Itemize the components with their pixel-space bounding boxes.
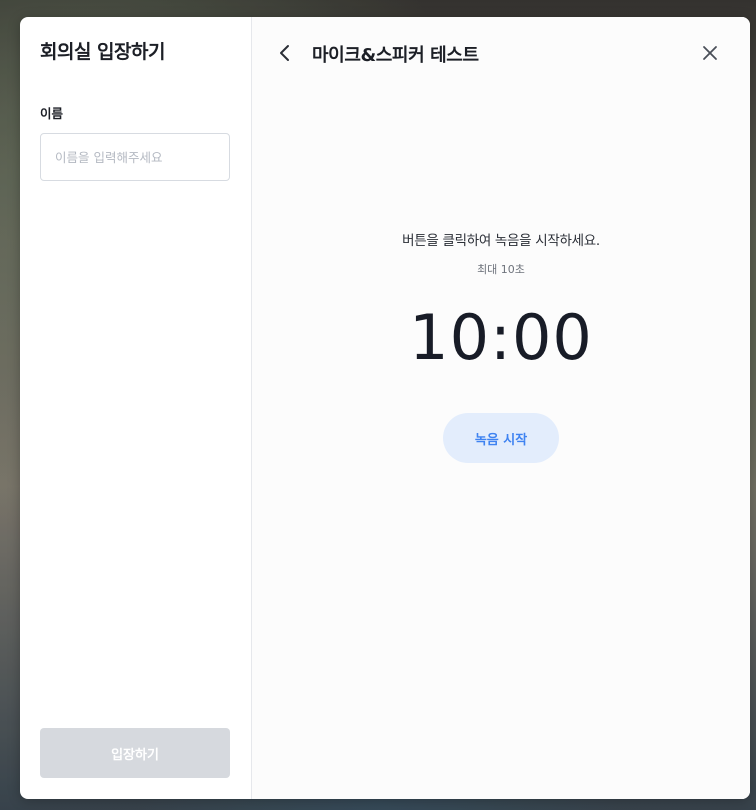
recording-area: 버튼을 클릭하여 녹음을 시작하세요. 최대 10초 10:00 녹음 시작 <box>252 229 750 463</box>
meeting-entry-modal: 회의실 입장하기 이름 입장하기 마이크&스피커 테스트 버튼을 클릭하여 녹음… <box>20 17 750 799</box>
name-label: 이름 <box>40 106 64 121</box>
back-button[interactable] <box>272 41 296 65</box>
entry-panel-title: 회의실 입장하기 <box>40 41 165 63</box>
name-input[interactable] <box>40 133 230 181</box>
close-button[interactable] <box>698 41 722 65</box>
enter-meeting-button[interactable]: 입장하기 <box>40 728 230 778</box>
start-recording-button[interactable]: 녹음 시작 <box>443 413 559 463</box>
panel-title: 마이크&스피커 테스트 <box>312 45 479 66</box>
close-icon <box>703 46 717 60</box>
mic-speaker-test-panel: 마이크&스피커 테스트 버튼을 클릭하여 녹음을 시작하세요. 최대 10초 1… <box>252 17 750 799</box>
chevron-left-icon <box>280 45 289 61</box>
recording-instruction: 버튼을 클릭하여 녹음을 시작하세요. <box>402 233 600 249</box>
recording-timer: 10:00 <box>409 301 593 374</box>
entry-panel: 회의실 입장하기 이름 입장하기 <box>20 17 252 799</box>
max-duration-note: 최대 10초 <box>477 263 525 276</box>
